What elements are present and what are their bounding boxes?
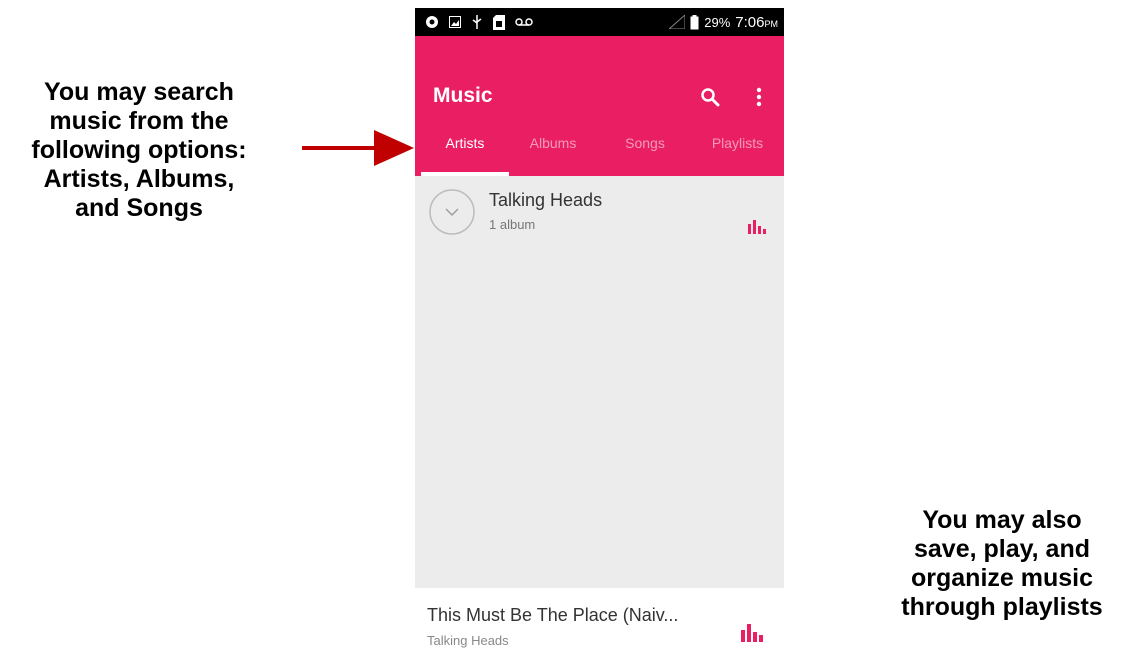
equalizer-icon xyxy=(748,220,766,234)
annotation-line: and Songs xyxy=(75,194,203,222)
tab-playlists[interactable]: Playlists xyxy=(691,120,784,166)
equalizer-icon[interactable] xyxy=(741,624,763,642)
expand-circle-icon[interactable] xyxy=(428,188,476,236)
annotation-line: through playlists xyxy=(901,593,1103,621)
signal-icon xyxy=(669,15,686,29)
more-vert-icon xyxy=(756,87,762,107)
annotation-line: save, play, and xyxy=(913,535,1090,563)
voicemail-icon xyxy=(515,18,533,26)
image-icon xyxy=(449,16,461,28)
usb-icon xyxy=(472,15,482,29)
annotation-line: You may also xyxy=(922,506,1082,534)
annotation-line: You may search xyxy=(44,78,234,106)
annotation-search-options: You may search music from the following … xyxy=(0,78,278,223)
clock-time: 7:06 xyxy=(735,13,765,31)
annotation-line: following options: xyxy=(31,136,247,164)
now-playing-title: This Must Be The Place (Naiv... xyxy=(427,605,679,625)
now-playing-artist: Talking Heads xyxy=(427,633,509,648)
artist-list-item[interactable]: Talking Heads 1 album xyxy=(415,176,784,246)
phone-screen: 29% 7:06PM Music Artists Albums Songs Pl… xyxy=(415,8,784,651)
search-button[interactable] xyxy=(694,81,726,113)
circle-icon xyxy=(426,16,438,28)
status-bar: 29% 7:06PM xyxy=(415,8,784,36)
annotation-playlists: You may also save, play, and organize mu… xyxy=(880,506,1124,622)
tab-songs[interactable]: Songs xyxy=(601,120,689,166)
now-playing-bar[interactable]: This Must Be The Place (Naiv... Talking … xyxy=(415,588,784,651)
clock: 7:06PM xyxy=(735,14,778,31)
annotation-line: music from the xyxy=(49,107,229,135)
status-icons-left xyxy=(425,8,533,36)
tab-albums[interactable]: Albums xyxy=(509,120,597,166)
battery-icon xyxy=(690,14,699,29)
tab-artists[interactable]: Artists xyxy=(421,120,509,166)
tab-bar: Artists Albums Songs Playlists xyxy=(415,120,784,168)
artist-name: Talking Heads xyxy=(489,190,603,210)
artist-album-count: 1 album xyxy=(489,217,536,232)
annotation-line: organize music xyxy=(911,564,1093,592)
battery-percent: 29% xyxy=(704,14,731,30)
annotation-arrow xyxy=(302,130,414,166)
search-icon xyxy=(701,88,720,107)
annotation-line: Artists, Albums, xyxy=(43,165,235,193)
more-options-button[interactable] xyxy=(743,81,775,113)
sim-icon xyxy=(493,14,505,30)
app-title: Music xyxy=(433,84,493,107)
status-icons-right: 29% 7:06PM xyxy=(669,8,778,36)
clock-ampm: PM xyxy=(764,18,779,29)
